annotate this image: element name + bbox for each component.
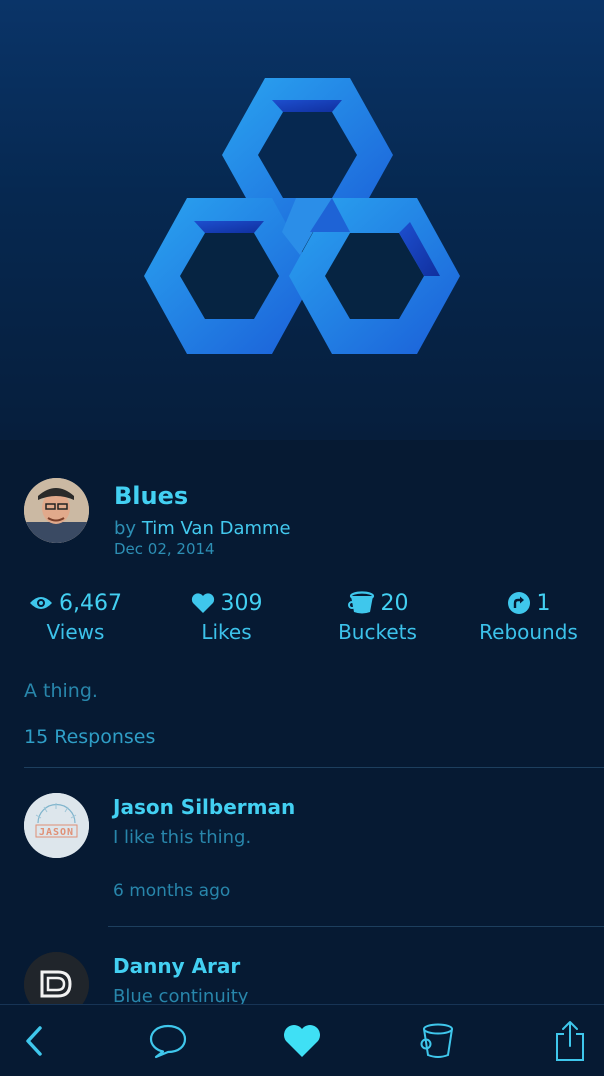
- comment-divider: [108, 926, 604, 927]
- bucket-icon: [420, 1023, 453, 1058]
- comment-item: Danny Arar Blue continuity: [0, 952, 604, 1004]
- section-divider: [24, 767, 604, 768]
- hexagon-knot-artwork: [144, 78, 460, 354]
- buckets-count: 20: [380, 590, 409, 616]
- rebounds-count: 1: [536, 590, 551, 616]
- comment-icon: [149, 1024, 187, 1059]
- responses-count: 15 Responses: [24, 726, 156, 748]
- commenter-avatar[interactable]: JASON: [24, 793, 89, 858]
- stats-row: 6,467 Views 309 Likes 20 Buckets 1 Rebou…: [0, 588, 604, 648]
- stat-buckets[interactable]: 20 Buckets: [302, 588, 453, 645]
- likes-label: Likes: [201, 620, 252, 644]
- author-avatar[interactable]: [24, 478, 89, 543]
- bottom-toolbar: [0, 1004, 604, 1076]
- comment-item: JASON Jason Silberman I like this thing.…: [0, 793, 604, 913]
- share-icon: [556, 1021, 584, 1061]
- comment-time: 6 months ago: [113, 881, 231, 901]
- commenter-avatar[interactable]: [24, 952, 89, 1004]
- like-button[interactable]: [280, 1019, 324, 1063]
- by-line: by Tim Van Damme: [114, 518, 291, 539]
- heart-icon: [191, 593, 214, 613]
- comment-text: I like this thing.: [113, 827, 252, 848]
- by-prefix: by: [114, 518, 137, 539]
- views-count: 6,467: [59, 590, 122, 616]
- rebound-icon: [507, 592, 530, 614]
- likes-count: 309: [220, 590, 263, 616]
- shot-details: Blues by Tim Van Damme Dec 02, 2014 6,46…: [0, 440, 604, 1004]
- comment-text: Blue continuity: [113, 986, 249, 1004]
- stat-likes[interactable]: 309 Likes: [151, 588, 302, 644]
- heart-icon: [284, 1025, 320, 1057]
- back-icon: [26, 1026, 42, 1056]
- shot-date: Dec 02, 2014: [114, 540, 215, 558]
- shot-image[interactable]: [0, 0, 604, 440]
- bucket-icon: [347, 591, 374, 614]
- author-block: Blues by Tim Van Damme Dec 02, 2014: [24, 478, 584, 558]
- buckets-label: Buckets: [338, 620, 417, 644]
- stat-rebounds[interactable]: 1 Rebounds: [453, 588, 604, 645]
- avatar-logo-text: JASON: [39, 827, 74, 838]
- back-button[interactable]: [12, 1019, 56, 1063]
- rebounds-label: Rebounds: [479, 620, 578, 644]
- shot-description: A thing.: [24, 680, 98, 702]
- eye-icon: [30, 597, 52, 609]
- bucket-button[interactable]: [414, 1019, 458, 1063]
- commenter-name[interactable]: Danny Arar: [113, 954, 240, 978]
- stat-views[interactable]: 6,467 Views: [0, 588, 151, 644]
- shot-title: Blues: [114, 482, 189, 510]
- commenter-name[interactable]: Jason Silberman: [113, 795, 295, 819]
- views-label: Views: [46, 620, 105, 644]
- author-name-link[interactable]: Tim Van Damme: [142, 518, 291, 539]
- share-button[interactable]: [548, 1019, 592, 1063]
- comments-button[interactable]: [146, 1019, 190, 1063]
